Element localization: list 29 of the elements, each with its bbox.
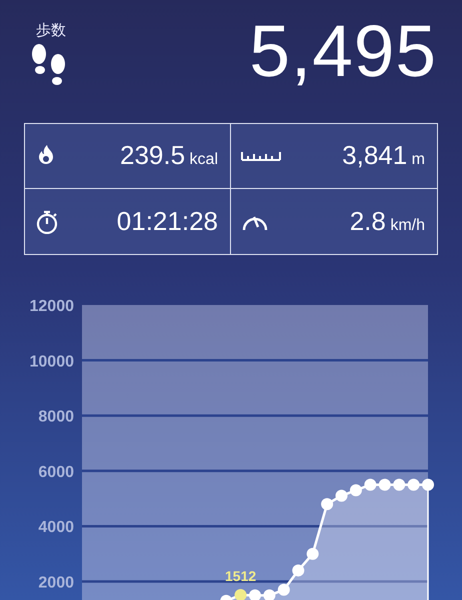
data-point — [249, 589, 261, 600]
data-point — [234, 589, 247, 600]
stat-value: 2.8 km/h — [350, 206, 425, 238]
stat-value: 01:21:28 — [116, 206, 218, 238]
stopwatch-icon — [35, 210, 59, 234]
data-point — [263, 589, 276, 600]
data-point — [364, 478, 376, 491]
data-point — [292, 564, 304, 577]
axis-label: 8000 — [38, 408, 74, 426]
data-point — [378, 478, 391, 491]
data-point — [306, 548, 319, 560]
ruler-icon — [241, 150, 281, 161]
axis-label: 6000 — [38, 464, 74, 482]
point-label: 1512 — [225, 568, 256, 584]
data-point — [220, 594, 232, 600]
stat-value: 239.5 kcal — [120, 140, 218, 172]
data-point — [336, 490, 348, 502]
axis-label: 4000 — [38, 519, 74, 536]
step-count: 5,495 — [249, 12, 437, 92]
data-point — [408, 478, 420, 491]
steps-label: 歩数 — [35, 22, 67, 40]
data-point — [278, 584, 290, 596]
data-point — [393, 478, 406, 491]
data-point — [350, 484, 362, 496]
axis-label: 2000 — [38, 574, 74, 592]
axis-label: 10000 — [30, 353, 74, 370]
stat-value: 3,841 m — [342, 140, 425, 172]
data-point — [321, 498, 334, 510]
axis-label: 12000 — [30, 298, 74, 316]
